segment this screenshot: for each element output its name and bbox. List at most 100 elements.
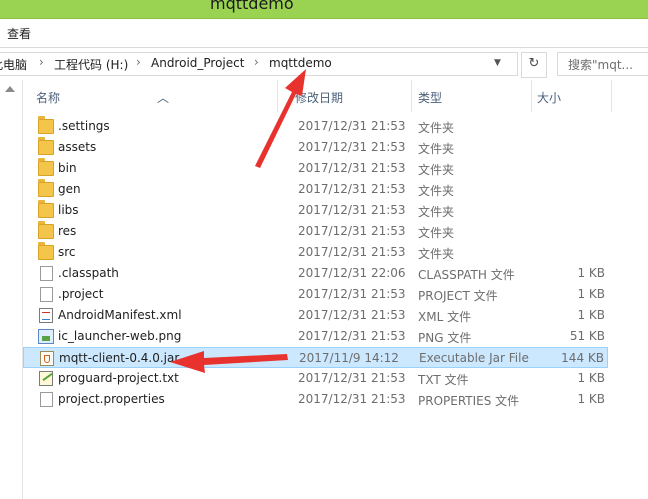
file-row[interactable]: src 2017/12/31 21:53 文件夹	[23, 242, 608, 263]
file-row[interactable]: proguard-project.txt 2017/12/31 21:53 TXT …	[23, 368, 608, 389]
file-name: mqtt-client-0.4.0.jar	[59, 351, 180, 365]
file-icon	[40, 392, 53, 407]
file-type: TXT 文件	[418, 373, 469, 387]
header-name-label: 名称	[36, 91, 61, 105]
file-type: Executable Jar File	[419, 351, 529, 365]
file-type: 文件夹	[418, 205, 455, 219]
file-name: proguard-project.txt	[58, 371, 179, 385]
search-input[interactable]: 搜索"mqt...	[557, 52, 648, 76]
file-size: 1 KB	[577, 308, 605, 322]
header-name[interactable]: 名称 ︿	[23, 80, 278, 112]
address-row: 此电脑 › 工程代码 (H:) › Android_Project › mqtt…	[0, 48, 648, 78]
file-row[interactable]: bin 2017/12/31 21:53 文件夹	[23, 158, 608, 179]
header-size[interactable]: 大小	[531, 80, 612, 112]
file-row[interactable]: assets 2017/12/31 21:53 文件夹	[23, 137, 608, 158]
file-row[interactable]: .project 2017/12/31 21:53 PROJECT 文件 1 KB	[23, 284, 608, 305]
jar-file-icon	[40, 351, 54, 366]
file-date: 2017/12/31 21:53	[298, 224, 406, 238]
file-name: ic_launcher-web.png	[58, 329, 182, 343]
file-name: .project	[58, 287, 104, 301]
file-size: 1 KB	[577, 287, 605, 301]
file-date: 2017/12/31 21:53	[298, 203, 406, 217]
folder-icon	[38, 221, 54, 239]
file-size: 1 KB	[577, 371, 605, 385]
file-row[interactable]: libs 2017/12/31 21:53 文件夹	[23, 200, 608, 221]
file-date: 2017/12/31 21:53	[298, 308, 406, 322]
breadcrumb-separator-icon[interactable]: ›	[39, 55, 44, 69]
file-type: 文件夹	[418, 184, 455, 198]
breadcrumb-separator-icon[interactable]: ›	[136, 55, 141, 69]
folder-icon	[38, 137, 54, 155]
sort-ascending-icon: ︿	[157, 91, 170, 105]
file-type: PROJECT 文件	[418, 289, 498, 303]
file-date: 2017/12/31 21:53	[298, 119, 406, 133]
text-file-icon	[39, 371, 53, 386]
file-type: 文件夹	[418, 142, 455, 156]
file-row[interactable]: AndroidManifest.xml 2017/12/31 21:53 XML 文…	[23, 305, 608, 326]
file-date: 2017/12/31 21:53	[298, 371, 406, 385]
file-type: PNG 文件	[418, 331, 472, 345]
folder-icon	[38, 116, 54, 134]
file-row[interactable]: .classpath 2017/12/31 22:06 CLASSPATH 文件 1 …	[23, 263, 608, 284]
file-name: gen	[58, 182, 81, 196]
xml-file-icon	[39, 308, 53, 323]
header-date-label: 修改日期	[295, 91, 344, 105]
file-name: bin	[58, 161, 77, 175]
file-size: 144 KB	[561, 351, 604, 365]
file-row[interactable]: gen 2017/12/31 21:53 文件夹	[23, 179, 608, 200]
file-icon	[40, 287, 53, 302]
breadcrumb-android-project[interactable]: Android_Project	[151, 56, 244, 70]
file-date: 2017/12/31 21:53	[298, 182, 406, 196]
file-row[interactable]: ic_launcher-web.png 2017/12/31 21:53 PNG 文…	[23, 326, 608, 347]
file-type: 文件夹	[418, 247, 455, 261]
file-date: 2017/11/9 14:12	[299, 351, 399, 365]
file-date: 2017/12/31 22:06	[298, 266, 406, 280]
file-type: PROPERTIES 文件	[418, 394, 520, 408]
scroll-up-icon[interactable]	[5, 86, 15, 92]
folder-icon	[38, 200, 54, 218]
header-date[interactable]: 修改日期	[277, 80, 412, 112]
file-size: 1 KB	[577, 266, 605, 280]
file-name: .classpath	[58, 266, 119, 280]
chevron-down-icon[interactable]: ▼	[494, 58, 501, 68]
file-type: 文件夹	[418, 121, 455, 135]
file-type: 文件夹	[418, 163, 455, 177]
file-row[interactable]: mqtt-client-0.4.0.jar 2017/11/9 14:12 Exec…	[23, 347, 608, 368]
breadcrumb-drive[interactable]: 工程代码 (H:)	[54, 56, 128, 73]
file-size: 1 KB	[577, 392, 605, 406]
file-name: assets	[58, 140, 97, 154]
refresh-icon: ↻	[528, 56, 540, 71]
breadcrumb-mqttdemo[interactable]: mqttdemo	[269, 56, 332, 70]
file-name: res	[58, 224, 77, 238]
file-date: 2017/12/31 21:53	[298, 287, 406, 301]
file-name: AndroidManifest.xml	[58, 308, 182, 322]
address-bar[interactable]: 此电脑 › 工程代码 (H:) › Android_Project › mqtt…	[0, 52, 518, 76]
tab-view[interactable]: 查看	[7, 25, 31, 42]
header-type[interactable]: 类型	[411, 80, 532, 112]
file-type: CLASSPATH 文件	[418, 268, 515, 282]
file-date: 2017/12/31 21:53	[298, 392, 406, 406]
folder-icon	[38, 179, 54, 197]
file-size: 51 KB	[569, 329, 605, 343]
file-row[interactable]: project.properties 2017/12/31 21:53 PROPER…	[23, 389, 608, 410]
file-name: .settings	[58, 119, 110, 133]
breadcrumb-this-pc[interactable]: 此电脑	[0, 56, 27, 73]
file-row[interactable]: res 2017/12/31 21:53 文件夹	[23, 221, 608, 242]
breadcrumb-separator-icon[interactable]: ›	[254, 55, 259, 69]
search-placeholder: 搜索"mqt...	[568, 58, 633, 72]
header-size-label: 大小	[537, 91, 562, 105]
folder-icon	[38, 158, 54, 176]
file-row[interactable]: .settings 2017/12/31 21:53 文件夹	[23, 116, 608, 137]
file-date: 2017/12/31 21:53	[298, 140, 406, 154]
file-name: libs	[58, 203, 79, 217]
window-titlebar: mqttdemo	[0, 0, 648, 19]
file-name: src	[58, 245, 76, 259]
image-file-icon	[38, 329, 54, 344]
navigation-pane[interactable]	[0, 80, 23, 499]
file-date: 2017/12/31 21:53	[298, 161, 406, 175]
file-type: XML 文件	[418, 310, 472, 324]
folder-icon	[38, 242, 54, 260]
file-name: project.properties	[58, 392, 165, 406]
refresh-button[interactable]: ↻	[521, 52, 547, 78]
column-headers: 名称 ︿ 修改日期 类型 大小	[23, 80, 648, 112]
